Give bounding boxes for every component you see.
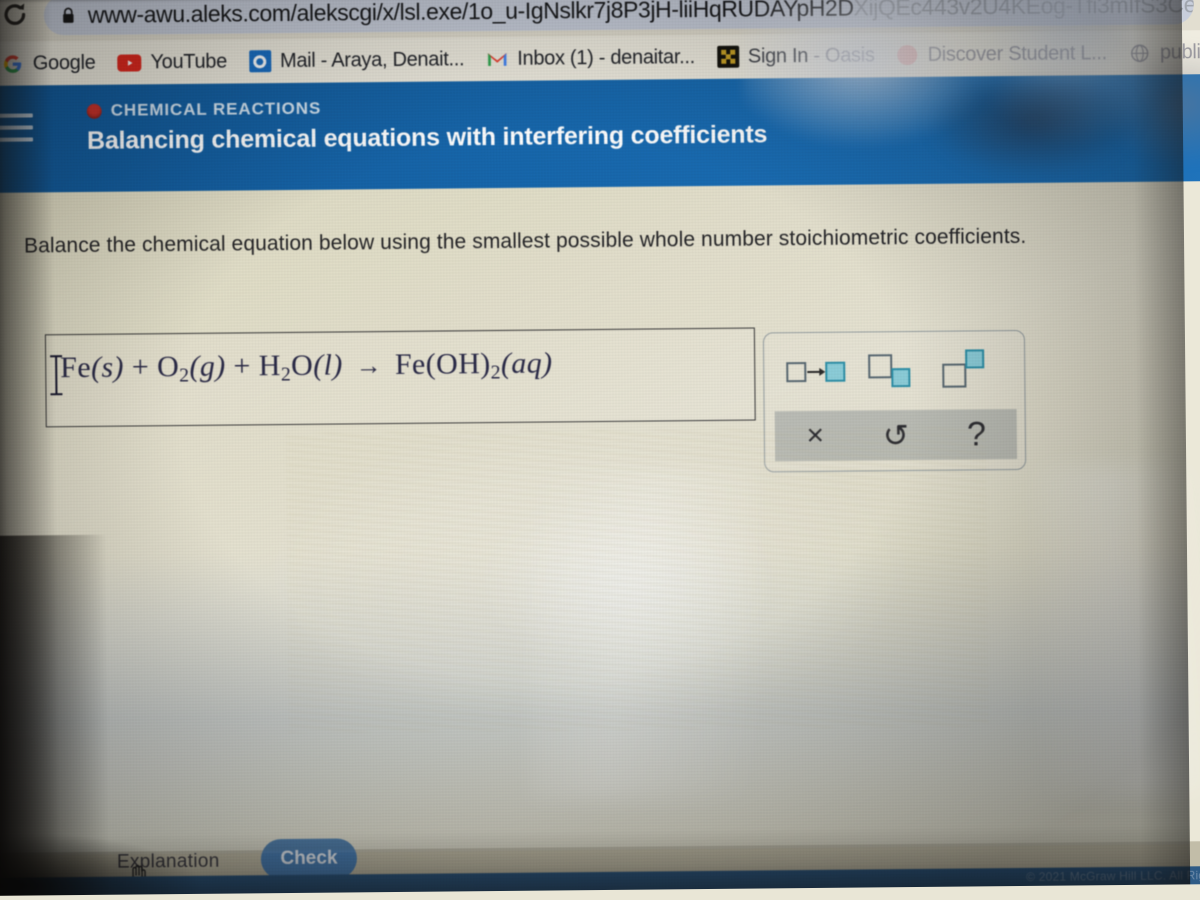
aleks-header: CHEMICAL REACTIONS Balancing chemical eq…	[0, 74, 1200, 193]
bookmark-sign-in-oasis[interactable]: Sign In - Oasis	[716, 43, 875, 69]
hamburger-menu-icon[interactable]	[0, 113, 34, 142]
plus-sign: +	[131, 350, 150, 384]
photographed-screen: www-awu.aleks.com/alekscgi/x/lsl.exe/1o_…	[0, 0, 1200, 900]
reactant-2-subscript: 2	[179, 364, 190, 387]
topic-name: CHEMICAL REACTIONS	[110, 98, 322, 120]
undo-button[interactable]: ↺	[869, 418, 923, 453]
outlook-icon	[248, 50, 272, 73]
gmail-icon	[486, 48, 508, 70]
chemical-equation: Fe(s) + O2(g) + H2O(l) → Fe(OH)2(aq)	[60, 346, 553, 388]
bookmark-gmail-inbox[interactable]: Inbox (1) - denaitar...	[486, 46, 695, 71]
reactant-2-formula: O	[156, 350, 180, 384]
palette-action-row: × ↺ ?	[774, 409, 1018, 462]
text-caret	[55, 355, 58, 396]
oasis-icon	[716, 45, 740, 68]
monitor-screen: www-awu.aleks.com/alekscgi/x/lsl.exe/1o_…	[0, 0, 1200, 900]
reactant-3-formula-b: O	[290, 348, 314, 382]
symbol-palette: × ↺ ?	[762, 329, 1027, 473]
bookmark-label: Google	[32, 51, 96, 74]
reaction-arrow: →	[355, 351, 383, 381]
product-subscript: 2	[490, 361, 502, 384]
reactant-2-state: (g)	[189, 349, 226, 383]
problem-content: Balance the chemical equation below usin…	[0, 181, 1200, 853]
bookmark-google[interactable]: Google	[2, 51, 96, 75]
reactant-1-state: (s)	[90, 350, 125, 384]
topic-breadcrumb: CHEMICAL REACTIONS	[86, 98, 322, 121]
product-formula: Fe(OH)	[394, 347, 491, 381]
bookmark-label: Discover Student L...	[927, 41, 1108, 66]
reactant-1-formula: Fe	[60, 350, 92, 385]
bookmark-discover-student-loans[interactable]: Discover Student L...	[896, 42, 1107, 67]
superscript-icon[interactable]	[938, 347, 1002, 394]
instruction-text: Balance the chemical equation below usin…	[23, 224, 1027, 258]
bookmark-label: Mail - Araya, Denait...	[279, 47, 465, 72]
bookmark-label: Inbox (1) - denaitar...	[517, 45, 696, 70]
bookmark-label: Sign In - Oasis	[747, 43, 875, 68]
reactant-3-formula-a: H	[258, 349, 281, 383]
plus-sign: +	[233, 349, 251, 383]
reaction-arrow-icon[interactable]	[786, 349, 850, 396]
discover-icon	[896, 44, 918, 66]
url-text: www-awu.aleks.com/alekscgi/x/lsl.exe/1o_…	[87, 0, 1194, 28]
topic-dot-icon	[86, 103, 102, 119]
bookmark-label: publi	[1159, 40, 1200, 64]
globe-icon	[1129, 42, 1151, 64]
youtube-icon	[117, 53, 142, 72]
subscript-icon[interactable]	[862, 348, 926, 395]
reactant-3-state: (l)	[313, 348, 343, 382]
bookmark-public[interactable]: publi	[1129, 41, 1200, 65]
bookmark-mail-outlook[interactable]: Mail - Araya, Denait...	[248, 47, 465, 73]
lock-icon	[63, 7, 74, 23]
copyright-text: © 2021 McGraw Hill LLC. All Righ	[1026, 868, 1200, 884]
bookmark-label: YouTube	[150, 50, 228, 73]
google-icon	[2, 53, 24, 75]
bookmark-youtube[interactable]: YouTube	[117, 50, 227, 74]
check-button[interactable]: Check	[260, 838, 358, 880]
help-button[interactable]: ?	[949, 415, 1003, 453]
reload-icon[interactable]	[0, 0, 30, 30]
palette-symbol-row	[764, 331, 1025, 411]
address-bar[interactable]: www-awu.aleks.com/alekscgi/x/lsl.exe/1o_…	[43, 0, 1194, 36]
equation-answer-input[interactable]: Fe(s) + O2(g) + H2O(l) → Fe(OH)2(aq)	[44, 327, 756, 428]
product-state: (aq)	[500, 346, 553, 380]
page-title: Balancing chemical equations with interf…	[86, 120, 768, 155]
reactant-3-subscript: 2	[280, 363, 292, 386]
clear-button[interactable]: ×	[788, 419, 842, 452]
